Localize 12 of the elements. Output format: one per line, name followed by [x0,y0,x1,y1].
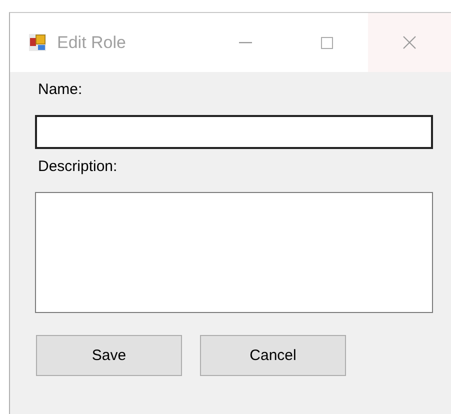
text-area[interactable] [35,192,433,313]
field-label: Name: [38,81,84,100]
maximize-icon [321,36,333,48]
dialog-button[interactable]: Cancel [200,335,346,376]
input-field[interactable] [35,115,433,149]
close-icon [403,36,416,49]
window-title: Edit Role [57,32,126,52]
form-icon [29,34,46,51]
field-label: Description: [38,158,118,177]
close-button[interactable] [368,13,451,72]
minimize-icon [238,42,252,44]
dialog-button[interactable]: Save [36,335,182,376]
